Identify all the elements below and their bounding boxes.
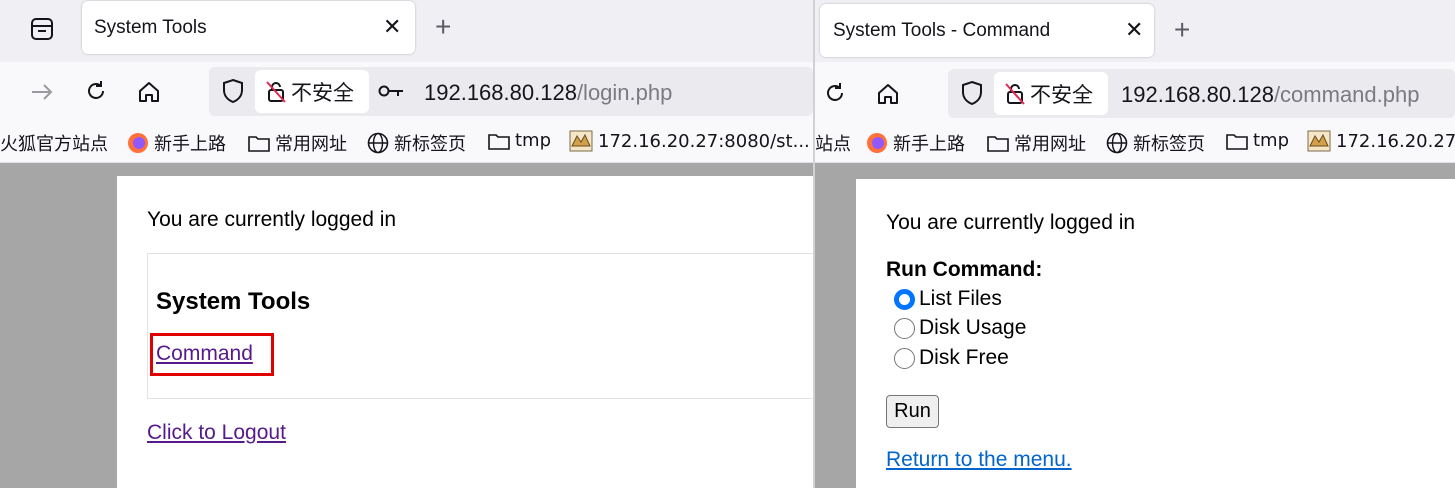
tab-list-icon[interactable]: [26, 13, 58, 45]
globe-icon: [367, 132, 389, 154]
bookmark-folder-tmp[interactable]: tmp: [1226, 130, 1289, 151]
system-tools-heading: System Tools: [156, 288, 311, 315]
bookmark-tomcat[interactable]: 172.16.20.27:8080/st...: [569, 130, 810, 152]
bookmark-getting-started[interactable]: 新手上路: [127, 130, 226, 156]
url-text[interactable]: 192.168.80.128/login.php: [424, 80, 672, 106]
address-bar[interactable]: 不安全 192.168.80.128/login.php: [209, 67, 813, 116]
new-tab-button[interactable]: +: [435, 13, 451, 41]
command-highlight-box: [150, 333, 274, 376]
home-icon[interactable]: [873, 79, 903, 109]
home-icon[interactable]: [134, 77, 164, 107]
firefox-icon: [867, 133, 887, 153]
tab-title: System Tools - Command: [833, 20, 1051, 41]
tab-system-tools[interactable]: System Tools ✕: [82, 1, 415, 54]
shield-icon[interactable]: [958, 79, 986, 107]
bookmark-getting-started[interactable]: 新手上路: [866, 130, 965, 156]
url-host: 192.168.80.128: [424, 80, 577, 105]
firefox-icon: [128, 133, 148, 153]
return-to-menu-link[interactable]: Return to the menu.: [886, 448, 1072, 472]
command-page: You are currently logged in Run Command:…: [856, 179, 1455, 488]
system-tools-panel: System Tools Command: [147, 253, 813, 399]
login-page: You are currently logged in System Tools…: [117, 176, 813, 488]
bookmarks-toolbar: 火狐官方站点 新手上路 常用网址 新标签页 tmp 172.16.20.27:8…: [0, 121, 813, 163]
bookmarks-toolbar: 站点 新手上路 常用网址 新标签页 tmp 172.16.20.27: [815, 121, 1455, 163]
tab-system-tools-command[interactable]: System Tools - Command ✕: [820, 4, 1154, 57]
close-tab-icon[interactable]: ✕: [1125, 19, 1143, 41]
tab-bar: System Tools - Command ✕ +: [815, 0, 1455, 62]
tab-title: System Tools: [94, 17, 207, 38]
bookmark-new-tab[interactable]: 新标签页: [367, 130, 466, 156]
option-disk-free[interactable]: Disk Free: [894, 346, 1009, 370]
login-status-text: You are currently logged in: [886, 211, 1136, 234]
radio-disk-usage[interactable]: [894, 317, 915, 339]
radio-list-files[interactable]: [894, 288, 915, 310]
close-tab-icon[interactable]: ✕: [383, 16, 401, 38]
folder-icon: [987, 136, 1009, 152]
url-path: /login.php: [576, 80, 673, 105]
bookmark-new-tab[interactable]: 新标签页: [1106, 130, 1205, 156]
browser-window-login: System Tools ✕ + 不安全 192.168.80.128/logi…: [0, 0, 813, 488]
forward-icon[interactable]: [28, 78, 56, 106]
option-label: List Files: [919, 287, 1002, 310]
url-path: /command.php: [1273, 82, 1420, 107]
option-list-files[interactable]: List Files: [894, 287, 1002, 311]
bookmark-tomcat[interactable]: 172.16.20.27:8: [1307, 130, 1455, 152]
bookmark-folder-common[interactable]: 常用网址: [987, 130, 1086, 156]
folder-icon: [488, 133, 510, 150]
url-host: 192.168.80.128: [1121, 82, 1274, 107]
navigation-toolbar: 不安全 192.168.80.128/login.php: [0, 62, 813, 121]
key-icon[interactable]: [377, 79, 405, 103]
broken-lock-icon: [265, 80, 287, 104]
folder-icon: [1226, 133, 1248, 150]
navigation-toolbar: 不安全 192.168.80.128/command.php: [815, 62, 1455, 121]
command-options: List Files Disk Usage Disk Free: [894, 286, 1194, 376]
run-command-label: Run Command:: [886, 258, 1043, 281]
new-tab-button[interactable]: +: [1174, 16, 1190, 44]
url-text[interactable]: 192.168.80.128/command.php: [1121, 82, 1419, 108]
not-secure-badge[interactable]: 不安全: [994, 72, 1108, 115]
run-button[interactable]: Run: [886, 395, 939, 428]
radio-disk-free[interactable]: [894, 347, 915, 369]
folder-icon: [248, 136, 270, 152]
browser-window-command: System Tools - Command ✕ + 不安全 192.168.8…: [815, 0, 1455, 488]
broken-lock-icon: [1004, 82, 1026, 106]
shield-icon[interactable]: [219, 77, 247, 105]
reload-icon[interactable]: [82, 77, 110, 105]
globe-icon: [1106, 132, 1128, 154]
tomcat-icon: [569, 130, 593, 152]
logout-link[interactable]: Click to Logout: [147, 421, 286, 445]
bookmark-folder-common[interactable]: 常用网址: [248, 130, 347, 156]
reload-icon[interactable]: [821, 79, 849, 107]
address-bar[interactable]: 不安全 192.168.80.128/command.php: [948, 69, 1455, 118]
not-secure-label: 不安全: [291, 80, 354, 105]
not-secure-label: 不安全: [1030, 82, 1093, 107]
login-status-text: You are currently logged in: [147, 208, 397, 231]
bookmark-folder-tmp[interactable]: tmp: [488, 130, 551, 151]
not-secure-badge[interactable]: 不安全: [255, 70, 369, 113]
bookmark-firefox-official[interactable]: 火狐官方站点: [0, 130, 108, 156]
option-label: Disk Free: [919, 346, 1009, 369]
option-disk-usage[interactable]: Disk Usage: [894, 316, 1026, 340]
bookmark-firefox-official[interactable]: 站点: [815, 130, 851, 156]
option-label: Disk Usage: [919, 316, 1027, 339]
tab-bar: System Tools ✕ +: [0, 0, 813, 62]
tomcat-icon: [1307, 130, 1331, 152]
